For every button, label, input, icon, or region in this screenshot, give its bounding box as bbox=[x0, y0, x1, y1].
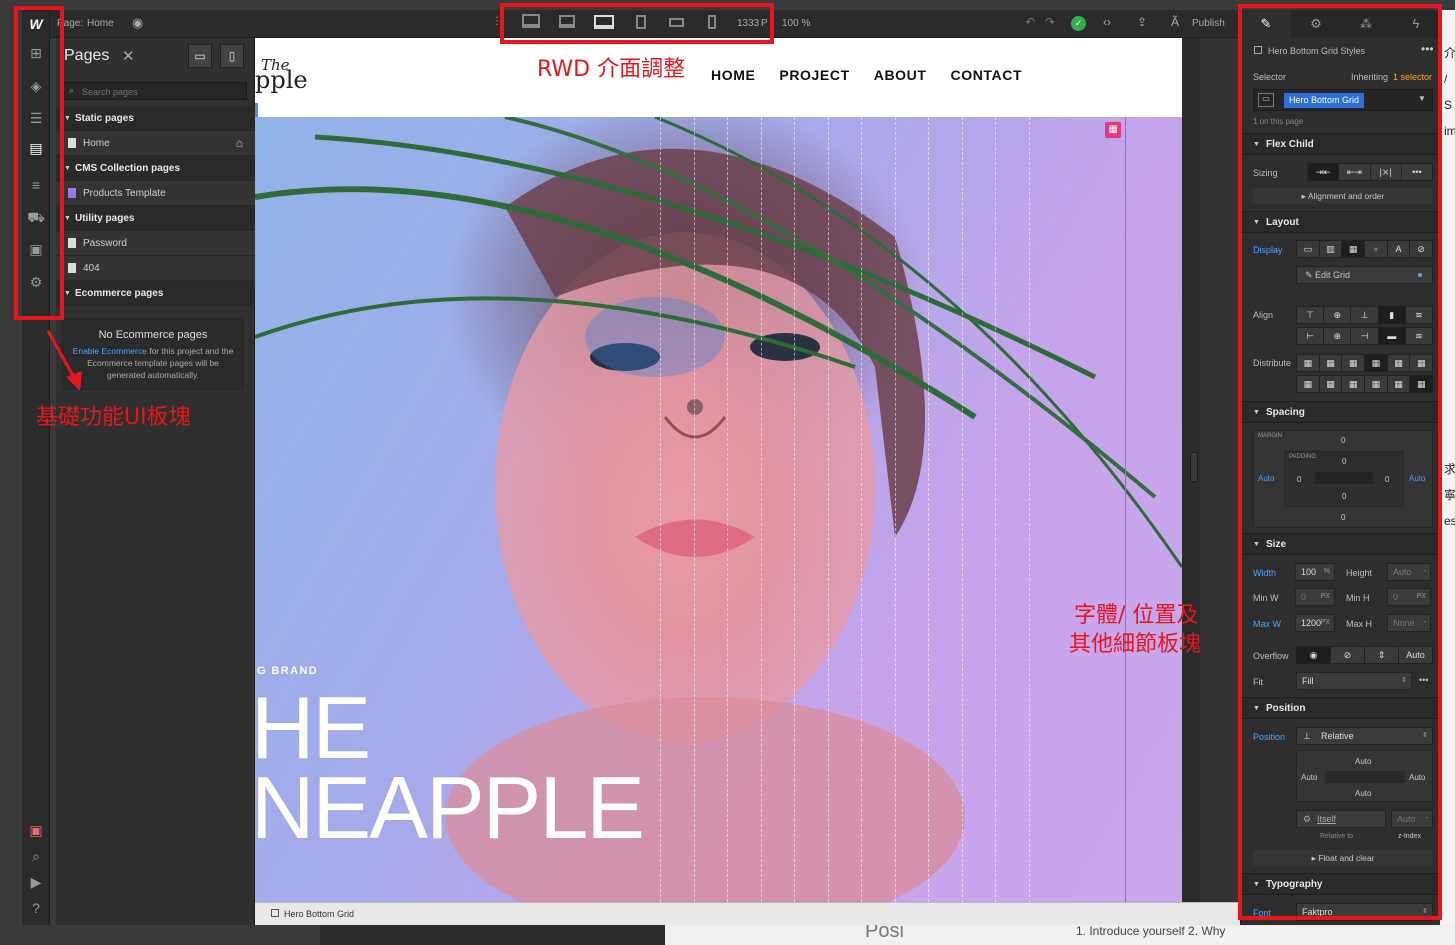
search-pages-placeholder: Search pages bbox=[82, 87, 138, 97]
annotation-basic-ui: 基礎功能UI板塊 bbox=[36, 405, 191, 430]
zoom-level: 100 % bbox=[782, 18, 811, 29]
grid-column-line bbox=[861, 117, 862, 902]
grid-column-line bbox=[693, 117, 695, 902]
grid-column-line bbox=[760, 117, 762, 902]
grid-column-line bbox=[961, 117, 963, 902]
grid-badge-icon[interactable]: ▦ bbox=[1105, 122, 1121, 138]
grid-column-line bbox=[894, 117, 896, 902]
caret-down-icon[interactable]: ▼ bbox=[64, 281, 71, 306]
pages-section-header[interactable]: ▼ Ecommerce pages bbox=[56, 281, 255, 306]
caret-down-icon[interactable]: ▼ bbox=[64, 106, 71, 131]
designer-mode-icon[interactable]: Ã bbox=[1171, 15, 1179, 29]
grid-column-line bbox=[727, 117, 728, 902]
nav-contact[interactable]: CONTACT bbox=[951, 67, 1023, 83]
bg-document-bottom bbox=[665, 925, 1455, 945]
page-doc-icon bbox=[68, 138, 76, 148]
bg-window-bottom bbox=[320, 925, 665, 945]
help-icon[interactable]: ? bbox=[26, 898, 46, 918]
publish-button[interactable]: Publish bbox=[1192, 18, 1225, 29]
page-name[interactable]: Home bbox=[87, 18, 114, 29]
bg-right-strip-text: 介 / Sim 求寧 es bbox=[1444, 46, 1455, 528]
breadcrumb[interactable]: Hero Bottom Grid bbox=[284, 909, 354, 919]
search-pages-icon: ⌕ bbox=[69, 85, 75, 95]
page-doc-icon bbox=[68, 188, 76, 198]
saved-check-icon: ✓ bbox=[1071, 16, 1086, 31]
design-canvas[interactable]: The pple HOME PROJECT ABOUT CONTACT ▦ G … bbox=[255, 38, 1182, 902]
page-list-item[interactable]: Home ⌂ bbox=[56, 131, 255, 156]
page-doc-icon bbox=[68, 238, 76, 248]
page-row-label: Password bbox=[83, 238, 127, 249]
breadcrumb-bar: Hero Bottom Grid bbox=[255, 902, 1240, 925]
annotation-box-style-panel bbox=[1238, 4, 1442, 920]
grid-selection-line bbox=[1125, 117, 1126, 902]
pages-panel: Pages ✕ ▭ ▯ ⌕ Search pages ▼ Static pages… bbox=[56, 38, 255, 925]
selection-left-edge bbox=[255, 103, 258, 117]
pages-title: Pages bbox=[64, 47, 110, 64]
page-row-label: CMS Collection pages bbox=[75, 163, 181, 174]
grid-column-line bbox=[928, 117, 929, 902]
brand-label: G BRAND bbox=[257, 665, 319, 677]
page-row-label: Home bbox=[83, 138, 110, 149]
search-icon[interactable]: ⌕ bbox=[26, 846, 46, 866]
grid-column-line bbox=[660, 117, 661, 902]
grid-column-line bbox=[827, 117, 829, 902]
bg-document-text: 1. Introduce yourself 2. Why bbox=[1076, 924, 1226, 938]
undo-icon[interactable]: ↶ bbox=[1025, 15, 1035, 29]
site-nav: HOME PROJECT ABOUT CONTACT bbox=[711, 67, 1022, 83]
add-folder-button[interactable]: ▭ bbox=[188, 44, 212, 68]
redo-icon[interactable]: ↷ bbox=[1045, 15, 1055, 29]
search-pages-field[interactable]: ⌕ Search pages bbox=[63, 82, 247, 100]
page-list-item[interactable]: Password bbox=[56, 231, 255, 256]
add-page-button[interactable]: ▯ bbox=[220, 44, 244, 68]
annotation-box-left-toolbar bbox=[14, 6, 64, 320]
page-doc-icon bbox=[68, 263, 76, 273]
audit-icon[interactable]: ▣ bbox=[26, 820, 46, 840]
page-row-label: Ecommerce pages bbox=[75, 288, 164, 299]
annotation-detail-line-2: 其他細節板塊 bbox=[1069, 632, 1202, 657]
page-list-item[interactable]: 404 bbox=[56, 256, 255, 281]
grid-column-line bbox=[995, 117, 996, 902]
annotation-detail-line-1: 字體/ 位置及 bbox=[1074, 603, 1199, 628]
nav-about[interactable]: ABOUT bbox=[874, 67, 927, 83]
annotation-arrow bbox=[46, 330, 82, 391]
headline-line-2: NEAPPLE bbox=[255, 758, 645, 857]
hero-image[interactable]: ▦ G BRAND HE NEAPPLE bbox=[255, 117, 1182, 902]
grid-column-line bbox=[794, 117, 795, 902]
home-icon: ⌂ bbox=[235, 136, 243, 150]
ecommerce-empty-text: Enable Ecommerce for this project and th… bbox=[63, 345, 243, 381]
canvas-gutter-right bbox=[1200, 38, 1240, 925]
close-pages-icon[interactable]: ✕ bbox=[122, 47, 135, 65]
annotation-box-breakpoints bbox=[500, 3, 774, 44]
canvas-resize-handle[interactable] bbox=[1190, 452, 1198, 482]
page-row-label: 404 bbox=[83, 263, 100, 274]
pages-section-header[interactable]: ▼ Static pages bbox=[56, 106, 255, 131]
grid-column-line bbox=[1028, 117, 1030, 902]
page-row-label: Products Template bbox=[83, 188, 166, 199]
pages-section-header[interactable]: ▼ CMS Collection pages bbox=[56, 156, 255, 181]
code-icon[interactable]: ‹› bbox=[1103, 15, 1111, 29]
preview-eye-icon[interactable]: ◉ bbox=[132, 15, 143, 31]
caret-down-icon[interactable]: ▼ bbox=[64, 206, 71, 231]
page-list-item[interactable]: Products Template bbox=[56, 181, 255, 206]
pages-section-header[interactable]: ▼ Utility pages bbox=[56, 206, 255, 231]
video-icon[interactable]: ▶ bbox=[26, 872, 46, 892]
page-row-label: Utility pages bbox=[75, 213, 135, 224]
nav-project[interactable]: PROJECT bbox=[779, 67, 849, 83]
export-icon[interactable]: ⇪ bbox=[1137, 15, 1147, 29]
page-row-label: Static pages bbox=[75, 113, 134, 124]
nav-home[interactable]: HOME bbox=[711, 67, 755, 83]
ecommerce-empty-title: No Ecommerce pages bbox=[98, 329, 208, 341]
caret-down-icon[interactable]: ▼ bbox=[64, 156, 71, 181]
annotation-rwd: RWD 介面調整 bbox=[537, 57, 686, 82]
logo-bottom: pple bbox=[255, 66, 308, 94]
breadcrumb-element-icon bbox=[271, 909, 279, 917]
